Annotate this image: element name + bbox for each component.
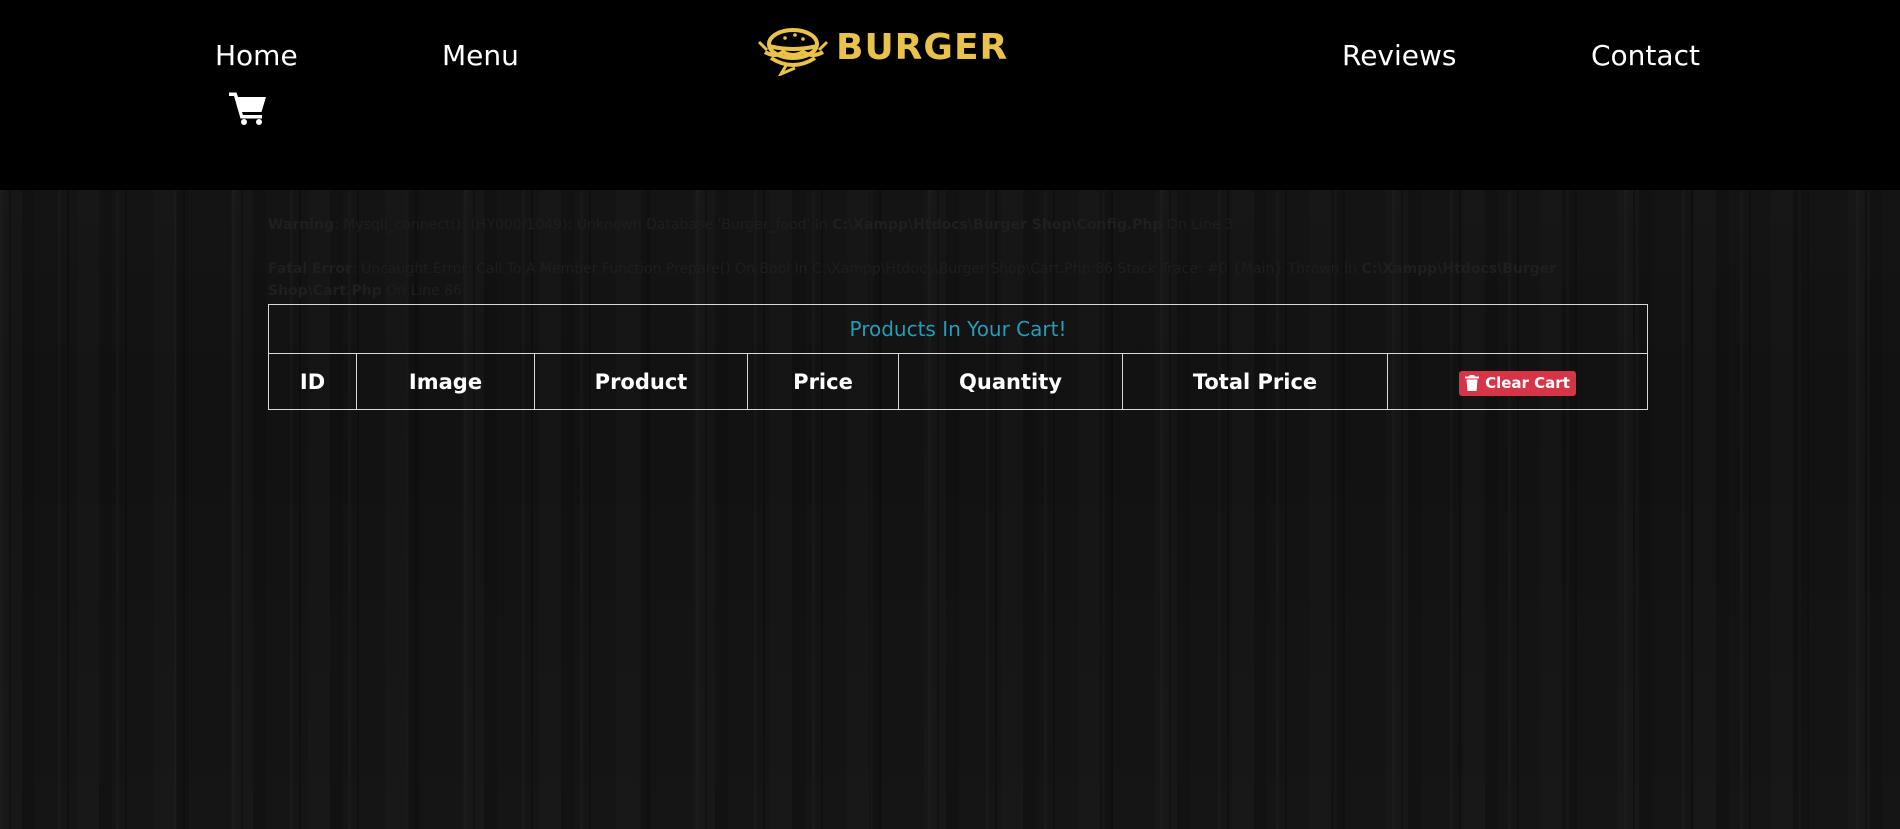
warning-suffix: On Line 3 [1162, 217, 1234, 233]
fatal-error-message: Fatal Error: Uncaught Error: Call To A M… [268, 258, 1648, 302]
nav-reviews-link[interactable]: Reviews [1342, 38, 1457, 74]
trash-icon [1465, 375, 1480, 392]
column-header-quantity: Quantity [898, 353, 1123, 410]
cart-table: Products In Your Cart! ID Image Product … [268, 304, 1648, 410]
brand-logo-text: BURGER [836, 27, 1009, 68]
nav-menu-link[interactable]: Menu [442, 38, 519, 74]
column-header-id: ID [268, 353, 357, 410]
column-header-total-price: Total Price [1122, 353, 1388, 410]
column-header-image: Image [356, 353, 535, 410]
warning-label: Warning [268, 217, 335, 233]
fatal-error-text: : Uncaught Error: Call To A Member Funct… [351, 261, 1362, 277]
cart-title: Products In Your Cart! [268, 304, 1648, 354]
fatal-error-suffix: On Line 86 [381, 283, 462, 299]
clear-cart-label: Clear Cart [1485, 374, 1570, 393]
php-error-messages: Warning: Mysqli_connect(): (HY000/1049):… [268, 214, 1648, 302]
warning-message: Warning: Mysqli_connect(): (HY000/1049):… [268, 214, 1648, 236]
nav-home-link[interactable]: Home [215, 38, 298, 74]
cart-title-row: Products In Your Cart! [268, 304, 1648, 354]
column-header-product: Product [534, 353, 748, 410]
warning-path: C:\Xampp\Htdocs\Burger Shop\Config.Php [832, 217, 1163, 233]
navbar: Home Menu BURGER Reviews Contact [0, 0, 1900, 190]
warning-text: : Mysqli_connect(): (HY000/1049): Unknow… [334, 217, 833, 233]
brand-logo[interactable]: BURGER [757, 22, 1007, 78]
clear-cart-button[interactable]: Clear Cart [1459, 370, 1576, 396]
burger-logo-icon [757, 28, 829, 76]
column-header-price: Price [747, 353, 899, 410]
shopping-cart-icon[interactable] [229, 91, 267, 125]
cart-header-row: ID Image Product Price Quantity Total Pr… [268, 353, 1648, 410]
fatal-error-label: Fatal Error [268, 261, 352, 277]
nav-contact-link[interactable]: Contact [1591, 38, 1700, 74]
column-header-actions: Clear Cart [1387, 353, 1648, 410]
